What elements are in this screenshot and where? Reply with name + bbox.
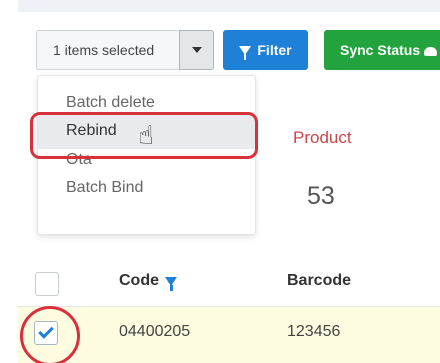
bulk-actions-menu: Batch delete Rebind ☝ Ota Batch Bind [37,75,256,235]
menu-item-batch-delete[interactable]: Batch delete [38,86,255,112]
column-header-code[interactable]: Code [119,272,177,291]
table-header [18,262,440,307]
filter-funnel-icon [239,45,252,60]
top-bar [18,0,440,12]
menu-item-label: Batch delete [66,94,155,111]
filter-button[interactable]: Filter [223,30,308,70]
sync-status-label: Sync Status [340,42,421,58]
menu-item-label: Ota [66,151,92,168]
filter-funnel-icon[interactable] [165,276,177,291]
caret-down-icon [191,47,202,53]
cell-code: 04400205 [119,323,191,340]
bulk-actions-toggle[interactable] [179,30,214,70]
hand-pointer-icon: ☝ [138,120,154,150]
select-all-checkbox[interactable] [35,272,59,296]
menu-item-rebind[interactable]: Rebind ☝ [38,112,255,150]
product-stat-label: Product [293,128,352,147]
filter-button-label: Filter [257,42,292,58]
menu-item-batch-bind[interactable]: Batch Bind [38,169,255,206]
column-header-label: Barcode [287,272,352,289]
column-header-barcode[interactable]: Barcode [287,272,351,290]
menu-item-ota[interactable]: Ota [38,149,255,169]
cloud-upload-icon [424,46,438,56]
bulk-selection-dropdown[interactable]: 1 items selected [36,30,214,70]
selection-count-label: 1 items selected [36,30,179,70]
table-row[interactable] [18,307,440,363]
column-header-label: Code [119,272,159,289]
product-stat-value: 53 [307,182,335,210]
menu-item-label: Batch Bind [66,178,144,196]
checkbox-highlight-annotation [20,306,80,363]
sync-status-button[interactable]: Sync Status [324,30,440,70]
menu-item-label: Rebind [66,121,117,139]
cell-barcode: 123456 [287,323,341,340]
